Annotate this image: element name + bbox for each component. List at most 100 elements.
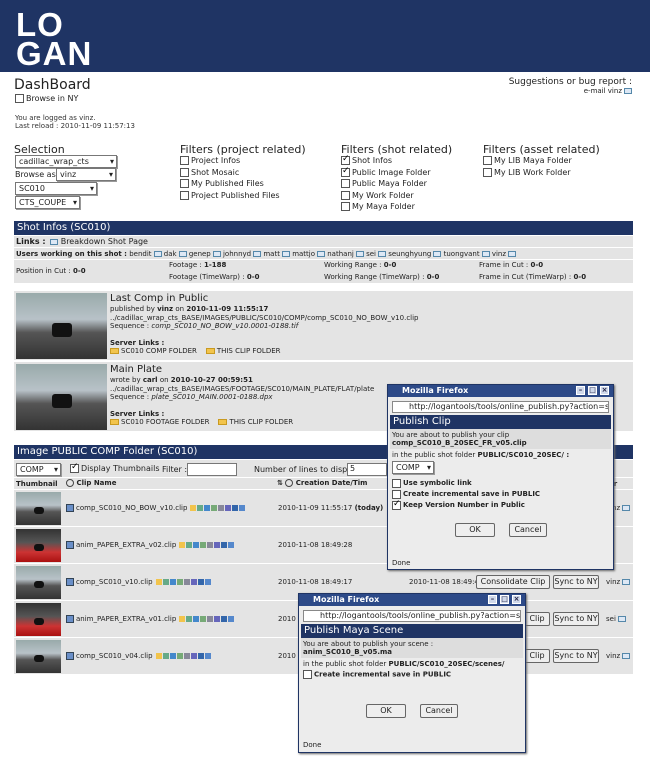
clip-button[interactable]: Clip: [524, 649, 550, 663]
action-icon[interactable]: [193, 542, 200, 548]
mail-icon[interactable]: [153, 251, 162, 257]
action-icons[interactable]: [155, 652, 212, 660]
user-link[interactable]: johnnyd: [223, 250, 251, 258]
mail-icon[interactable]: [281, 251, 290, 257]
filter-option[interactable]: My Published Files: [180, 178, 280, 190]
user-cell[interactable]: vinz: [606, 578, 631, 586]
url-field[interactable]: http://logantools/tools/online_publish.p…: [303, 610, 521, 622]
user-link[interactable]: genep: [189, 250, 211, 258]
consolidate-clip-button[interactable]: Consolidate Clip: [476, 575, 550, 589]
action-icon[interactable]: [214, 616, 221, 622]
action-icon[interactable]: [183, 653, 190, 659]
filter-option[interactable]: Shot Infos: [341, 154, 431, 167]
checkbox[interactable]: [341, 202, 350, 211]
checkbox[interactable]: [180, 167, 189, 177]
radio-icon[interactable]: [66, 479, 74, 487]
checkbox[interactable]: [483, 167, 492, 177]
mail-icon[interactable]: [622, 653, 631, 659]
user-link[interactable]: mattjo: [292, 250, 315, 258]
cancel-button[interactable]: Cancel: [509, 523, 547, 537]
sync-to-ny-button[interactable]: Sync to NY: [553, 575, 599, 589]
filter-option[interactable]: Project Infos: [180, 155, 280, 167]
clip-name[interactable]: anim_PAPER_EXTRA_v02.clip: [66, 541, 235, 549]
action-icon[interactable]: [190, 505, 197, 511]
col-clip[interactable]: Clip Name: [66, 479, 116, 487]
checkbox[interactable]: [392, 499, 401, 510]
mail-icon[interactable]: [508, 251, 517, 257]
mail-icon[interactable]: [355, 251, 364, 257]
action-icon[interactable]: [200, 616, 207, 622]
action-icon[interactable]: [204, 653, 211, 659]
action-icon[interactable]: [190, 653, 197, 659]
action-icon[interactable]: [214, 542, 221, 548]
mail-icon[interactable]: [178, 251, 187, 257]
action-icon[interactable]: [218, 505, 225, 511]
action-icon[interactable]: [197, 505, 204, 511]
sequence-select[interactable]: SC010 ▾: [15, 182, 97, 195]
action-icon[interactable]: [204, 505, 211, 511]
display-thumbnails-checkbox[interactable]: Display Thumbnails: [70, 462, 160, 473]
close-icon[interactable]: ×: [600, 386, 609, 395]
main-plate-thumbnail[interactable]: [16, 364, 107, 430]
action-icon[interactable]: [211, 505, 218, 511]
action-icon[interactable]: [169, 579, 176, 585]
clip-folder-link[interactable]: THIS CLIP FOLDER: [217, 347, 281, 355]
sync-to-ny-button[interactable]: Sync to NY: [553, 649, 599, 663]
mail-icon[interactable]: [617, 616, 626, 622]
lines-input[interactable]: 5: [347, 463, 387, 476]
clip-folder-link[interactable]: THIS CLIP FOLDER: [229, 418, 293, 426]
mail-icon[interactable]: [622, 505, 631, 511]
filter-option[interactable]: My Maya Folder: [341, 201, 431, 213]
action-icons[interactable]: [155, 578, 212, 586]
symbolic-link-option[interactable]: Use symbolic link: [392, 478, 609, 489]
maximize-icon[interactable]: □: [588, 386, 597, 395]
user-link[interactable]: vinz: [492, 250, 506, 258]
action-icon[interactable]: [207, 542, 214, 548]
comp-folder-link[interactable]: SC010 COMP FOLDER: [121, 347, 197, 355]
ok-button[interactable]: OK: [366, 704, 406, 718]
incremental-save-option[interactable]: Create incremental save in PUBLIC: [392, 489, 609, 500]
action-icon[interactable]: [232, 505, 239, 511]
action-icon[interactable]: [169, 653, 176, 659]
action-icon[interactable]: [204, 579, 211, 585]
checkbox[interactable]: [180, 190, 189, 200]
action-icon[interactable]: [162, 653, 169, 659]
action-icon[interactable]: [179, 542, 186, 548]
footage-folder-link[interactable]: SC010 FOOTAGE FOLDER: [121, 418, 210, 426]
type-select[interactable]: COMP ▾: [16, 463, 61, 476]
browse-ny-checkbox[interactable]: Browse in NY: [15, 94, 78, 103]
filter-option[interactable]: Public Image Folder: [341, 166, 431, 179]
comp-select[interactable]: COMP ▾: [392, 461, 609, 474]
action-icon[interactable]: [186, 616, 193, 622]
checkbox[interactable]: [180, 156, 189, 165]
mail-icon[interactable]: [212, 251, 221, 257]
minimize-icon[interactable]: –: [576, 386, 585, 395]
clip-thumbnail[interactable]: [16, 566, 61, 599]
last-comp-thumbnail[interactable]: [16, 293, 107, 359]
breakdown-link[interactable]: Breakdown Shot Page: [61, 237, 148, 246]
user-link[interactable]: matt: [263, 250, 280, 258]
action-icon[interactable]: [162, 579, 169, 585]
checkbox[interactable]: [483, 156, 492, 165]
radio-icon[interactable]: [285, 479, 294, 487]
maximize-icon[interactable]: □: [500, 595, 509, 604]
filter-option[interactable]: Shot Mosaic: [180, 167, 280, 179]
keep-version-option[interactable]: Keep Version Number in Public: [392, 499, 609, 511]
action-icons[interactable]: [179, 541, 235, 549]
checkbox[interactable]: [341, 154, 350, 166]
filter-option[interactable]: My LIB Maya Folder: [483, 155, 572, 167]
user-link[interactable]: dak: [164, 250, 177, 258]
filter-option[interactable]: Project Published Files: [180, 190, 280, 202]
action-icon[interactable]: [228, 542, 235, 548]
mail-icon[interactable]: [253, 251, 262, 257]
close-icon[interactable]: ×: [512, 595, 521, 604]
action-icon[interactable]: [207, 616, 214, 622]
browse-as-select[interactable]: vinz ▾: [56, 168, 116, 181]
filter-option[interactable]: Public Maya Folder: [341, 178, 431, 190]
mail-icon[interactable]: [622, 579, 631, 585]
action-icon[interactable]: [190, 579, 197, 585]
sync-to-ny-button[interactable]: Sync to NY: [553, 612, 599, 626]
user-cell[interactable]: sei: [606, 615, 626, 623]
user-link[interactable]: bendit: [129, 250, 151, 258]
action-icon[interactable]: [239, 505, 246, 511]
